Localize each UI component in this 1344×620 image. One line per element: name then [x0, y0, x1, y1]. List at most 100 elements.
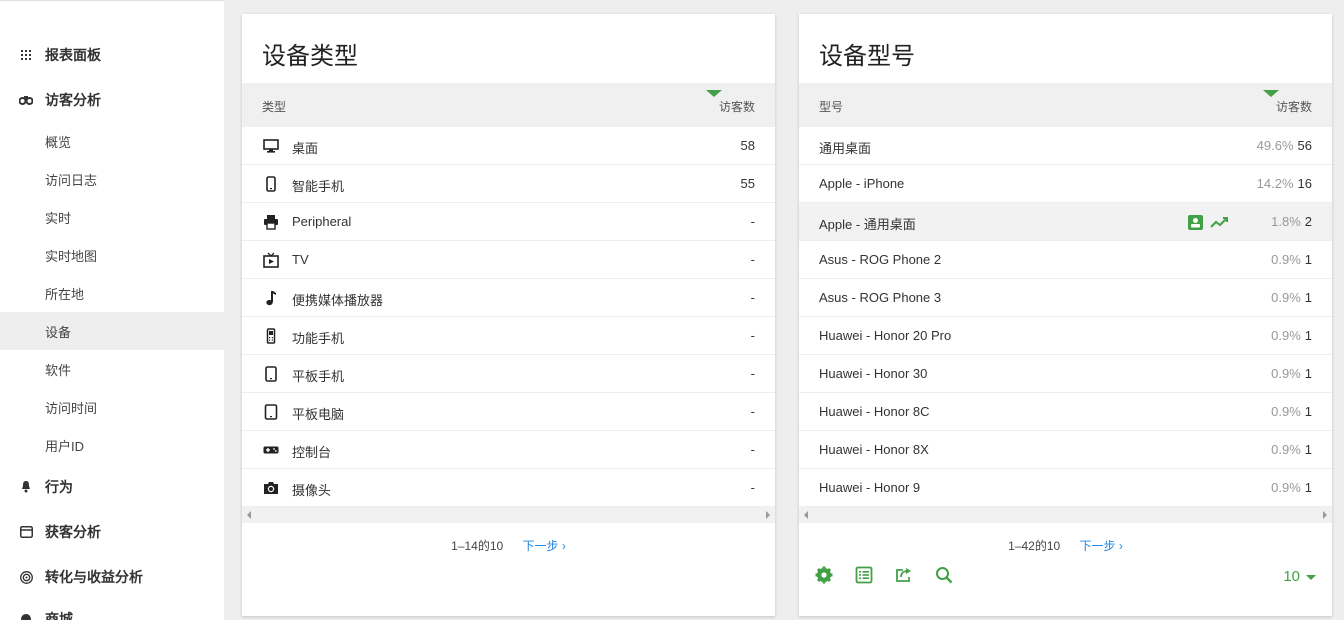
nav-section-label: 转化与收益分析: [45, 569, 143, 585]
row-value: 55: [740, 176, 755, 191]
column-header-type[interactable]: 类型: [262, 98, 286, 115]
next-page-link[interactable]: 下一步 ›: [1080, 539, 1123, 553]
scroll-right-icon[interactable]: [1323, 511, 1327, 519]
row-percent: 0.9%: [1271, 442, 1301, 457]
limit-selector[interactable]: 10: [1283, 568, 1316, 585]
target-icon: [18, 569, 34, 585]
table-row[interactable]: 通用桌面 49.6% 56: [799, 127, 1332, 165]
visitor-profile-icon[interactable]: [1187, 214, 1204, 236]
horizontal-scrollbar[interactable]: [242, 507, 775, 523]
gear-icon[interactable]: [815, 566, 835, 586]
nav-section-label: 行为: [45, 479, 73, 495]
scroll-left-icon[interactable]: [247, 511, 251, 519]
nav-section-acquisition[interactable]: 获客分析: [0, 514, 224, 550]
table-row[interactable]: 桌面 58: [242, 127, 775, 165]
table-row[interactable]: 便携媒体播放器 -: [242, 279, 775, 317]
bell-icon: [18, 479, 34, 495]
row-value: -: [750, 480, 755, 495]
sidebar-item-user-id[interactable]: 用户ID: [0, 426, 224, 464]
row-label: Asus - ROG Phone 2: [819, 252, 942, 267]
table-header: 型号 访客数: [799, 83, 1332, 127]
row-label: 便携媒体播放器: [292, 293, 384, 308]
row-percent: 0.9%: [1271, 404, 1301, 419]
row-value: 0.9% 1: [1271, 480, 1312, 495]
table-row[interactable]: Huawei - Honor 8X 0.9% 1: [799, 431, 1332, 469]
table-row[interactable]: Huawei - Honor 9 0.9% 1: [799, 469, 1332, 507]
table-row[interactable]: 控制台 -: [242, 431, 775, 469]
nav-section-dashboard[interactable]: 报表面板: [0, 37, 224, 73]
table-icon[interactable]: [855, 566, 875, 586]
sidebar-item-software[interactable]: 软件: [0, 350, 224, 388]
sidebar-item-overview[interactable]: 概览: [0, 122, 224, 160]
table-row[interactable]: Asus - ROG Phone 2 0.9% 1: [799, 241, 1332, 279]
acquisition-icon: [18, 524, 34, 540]
table-row[interactable]: Huawei - Honor 30 0.9% 1: [799, 355, 1332, 393]
table-row[interactable]: 平板手机 -: [242, 355, 775, 393]
row-percent: 14.2%: [1256, 176, 1294, 191]
device-model-widget: 设备型号 型号 访客数 通用桌面 49.6% 56 Apple - iPhone …: [799, 14, 1332, 616]
limit-value: 10: [1283, 568, 1300, 585]
nav-section-visitors[interactable]: 访客分析: [0, 82, 224, 118]
row-percent: 1.8%: [1271, 214, 1301, 229]
next-page-link[interactable]: 下一步 ›: [523, 539, 566, 553]
row-label: TV: [292, 252, 309, 267]
row-percent: 49.6%: [1256, 138, 1294, 153]
tablet-icon: [263, 404, 279, 420]
table-row[interactable]: Huawei - Honor 20 Pro 0.9% 1: [799, 317, 1332, 355]
table-row[interactable]: Peripheral -: [242, 203, 775, 241]
phablet-icon: [263, 366, 279, 382]
table-row[interactable]: Apple - iPhone 14.2% 16: [799, 165, 1332, 203]
scroll-left-icon[interactable]: [804, 511, 808, 519]
row-label: Apple - iPhone: [819, 176, 905, 191]
sidebar-item-visit-times[interactable]: 访问时间: [0, 388, 224, 426]
table-row[interactable]: 功能手机 -: [242, 317, 775, 355]
row-value: -: [750, 366, 755, 381]
sidebar-item-label: 访问时间: [45, 400, 98, 416]
shop-icon: [18, 611, 34, 620]
sidebar-item-locations[interactable]: 所在地: [0, 274, 224, 312]
table-header: 类型 访客数: [242, 83, 775, 127]
sidebar-item-visits-log[interactable]: 访问日志: [0, 160, 224, 198]
gamepad-icon: [263, 442, 279, 458]
widget-title: 设备型号: [819, 43, 915, 70]
table-row[interactable]: Asus - ROG Phone 3 0.9% 1: [799, 279, 1332, 317]
row-value: 58: [740, 138, 755, 153]
sidebar-item-label: 设备: [45, 324, 72, 340]
nav-section-behaviour[interactable]: 行为: [0, 469, 224, 505]
row-value: -: [750, 328, 755, 343]
sidebar-item-label: 实时: [45, 210, 72, 226]
camera-icon: [263, 480, 279, 496]
table-row[interactable]: Apple - 通用桌面 1.8% 2: [799, 203, 1332, 241]
row-count: 1: [1304, 366, 1312, 381]
table-row[interactable]: TV -: [242, 241, 775, 279]
table-row[interactable]: Huawei - Honor 8C 0.9% 1: [799, 393, 1332, 431]
row-percent: 0.9%: [1271, 290, 1301, 305]
row-value: 14.2% 16: [1257, 176, 1312, 191]
table-row[interactable]: 摄像头 -: [242, 469, 775, 507]
horizontal-scrollbar[interactable]: [799, 507, 1332, 523]
row-evolution-icon[interactable]: [1210, 214, 1230, 236]
row-count: 1: [1304, 328, 1312, 343]
nav-section-ecommerce[interactable]: 商城: [0, 601, 224, 620]
nav-section-label: 报表面板: [45, 47, 101, 63]
widget-title: 设备类型: [262, 43, 358, 70]
sidebar-item-label: 概览: [45, 134, 72, 150]
scroll-right-icon[interactable]: [766, 511, 770, 519]
row-label: Huawei - Honor 9: [819, 480, 921, 495]
column-header-visitors[interactable]: 访客数: [1276, 98, 1312, 115]
column-header-visitors[interactable]: 访客数: [719, 98, 755, 115]
column-header-model[interactable]: 型号: [819, 98, 843, 115]
row-value: 0.9% 1: [1271, 328, 1312, 343]
nav-section-goals[interactable]: 转化与收益分析: [0, 559, 224, 595]
table-row[interactable]: 平板电脑 -: [242, 393, 775, 431]
pagination: 1–42的10 下一步 ›: [799, 537, 1332, 554]
pagination-range: 1–14的10: [451, 539, 504, 553]
row-count: 1: [1304, 480, 1312, 495]
row-count: 1: [1304, 442, 1312, 457]
search-icon[interactable]: [935, 566, 955, 586]
sidebar-item-devices[interactable]: 设备: [0, 312, 224, 350]
sidebar-item-realtime-map[interactable]: 实时地图: [0, 236, 224, 274]
export-icon[interactable]: [895, 566, 915, 586]
sidebar-item-realtime[interactable]: 实时: [0, 198, 224, 236]
table-row[interactable]: 智能手机 55: [242, 165, 775, 203]
